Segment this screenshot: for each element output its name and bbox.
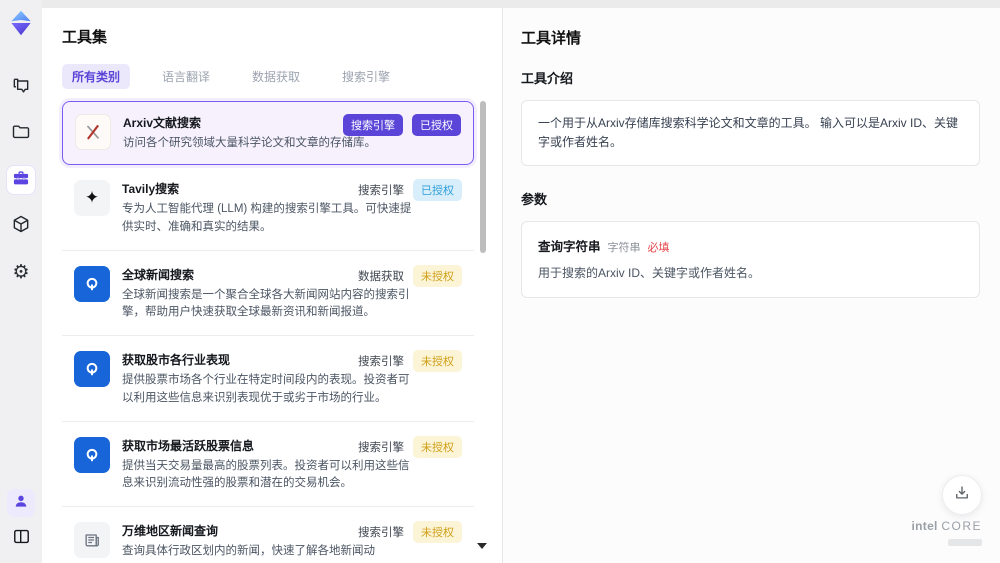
blue-search-icon — [74, 351, 110, 388]
tab-data-acquisition[interactable]: 数据获取 — [242, 64, 310, 89]
nav-toolbox[interactable] — [7, 166, 35, 194]
tool-card-description: 提供当天交易量最高的股票列表。投资者可以利用这些信息来识别流动性强的股票和潜在的… — [122, 459, 410, 489]
category-label: 搜索引擎 — [358, 185, 404, 198]
parameter-card: 查询字符串 字符串 必填 用于搜索的Arxiv ID、关键字或作者姓名。 — [521, 221, 980, 299]
app-window: ⚙ 工具集 所有类别 语言翻译 数据获取 搜索引擎 Arxiv文献搜索 访问各个… — [0, 0, 1000, 563]
nav-settings[interactable]: ⚙ — [7, 258, 35, 286]
category-label: 搜索引擎 — [358, 356, 404, 369]
nav-collapse-panel[interactable] — [7, 525, 35, 553]
newspaper-icon — [74, 522, 110, 559]
auth-status-badge: 未授权 — [413, 264, 462, 287]
auth-status-badge: 已授权 — [412, 114, 461, 136]
tool-card-arxiv[interactable]: Arxiv文献搜索 访问各个研究领域大量科学论文和文章的存储库。 搜索引擎 已授… — [62, 101, 474, 166]
list-scrollbar[interactable] — [480, 101, 486, 253]
tool-card-description: 全球新闻搜索是一个聚合全球各大新闻网站内容的搜索引擎，帮助用户快速获取全球最新资… — [122, 288, 410, 318]
tool-detail-panel: 工具详情 工具介绍 一个用于从Arxiv存储库搜索科学论文和文章的工具。 输入可… — [503, 8, 1000, 563]
toolbox-icon — [11, 168, 31, 193]
main-area: 工具集 所有类别 语言翻译 数据获取 搜索引擎 Arxiv文献搜索 访问各个研究… — [42, 0, 1000, 563]
page-title: 工具集 — [62, 29, 108, 46]
category-label: 搜索引擎 — [358, 527, 404, 540]
blue-search-icon — [74, 265, 110, 302]
arxiv-logo-icon — [75, 114, 111, 150]
tool-card-sector-performance[interactable]: 获取股市各行业表现 提供股票市场各个行业在特定时间段内的表现。投资者可以利用这些… — [62, 338, 474, 422]
tool-card-tavily[interactable]: ✦ Tavily搜索 专为人工智能代理 (LLM) 构建的搜索引擎工具。可快速提… — [62, 167, 474, 251]
tool-card-description: 访问各个研究领域大量科学论文和文章的存储库。 — [123, 137, 376, 149]
rail-nav: ⚙ — [7, 74, 35, 286]
nav-chat[interactable] — [7, 74, 35, 102]
param-description: 用于搜索的Arxiv ID、关键字或作者姓名。 — [538, 266, 761, 281]
tab-search-engine[interactable]: 搜索引擎 — [332, 64, 400, 89]
app-logo[interactable] — [6, 8, 36, 38]
intel-core-logo: intel CORE — [912, 519, 982, 551]
intel-sub-badge — [948, 539, 982, 546]
tab-all-categories[interactable]: 所有类别 — [62, 64, 131, 89]
tool-card-title: Arxiv文献搜索 — [123, 116, 202, 130]
tool-card-regional-news[interactable]: 万维地区新闻查询 查询具体行政区划内的新闻，快速了解各地新闻动 搜索引擎 未授权 — [62, 509, 474, 563]
category-label: 搜索引擎 — [358, 441, 404, 454]
tool-intro-box: 一个用于从Arxiv存储库搜索科学论文和文章的工具。 输入可以是Arxiv ID… — [521, 100, 980, 167]
auth-status-badge: 未授权 — [413, 435, 462, 458]
param-name: 查询字符串 — [538, 240, 601, 255]
category-badge: 搜索引擎 — [343, 114, 403, 136]
category-label: 数据获取 — [358, 270, 404, 283]
nav-files[interactable] — [7, 120, 35, 148]
panel-layout-icon — [12, 527, 31, 551]
nav-models[interactable] — [7, 212, 35, 240]
gear-icon: ⚙ — [12, 260, 30, 283]
tool-card-description: 专为人工智能代理 (LLM) 构建的搜索引擎工具。可快速提供实时、准确和真实的结… — [122, 203, 412, 233]
download-icon — [953, 484, 971, 507]
param-type: 字符串 — [607, 242, 641, 255]
detail-title: 工具详情 — [521, 30, 582, 47]
intro-heading: 工具介绍 — [521, 71, 574, 86]
params-heading: 参数 — [521, 192, 548, 208]
blue-search-icon — [74, 436, 110, 473]
tool-card-description: 查询具体行政区划内的新闻，快速了解各地新闻动 — [122, 545, 375, 558]
top-strip — [42, 0, 1000, 8]
auth-status-badge: 未授权 — [413, 521, 462, 544]
tool-card-description: 提供股票市场各个行业在特定时间段内的表现。投资者可以利用这些信息来识别表现优于或… — [122, 374, 410, 404]
tool-card-most-active-stocks[interactable]: 获取市场最活跃股票信息 提供当天交易量最高的股票列表。投资者可以利用这些信息来识… — [62, 424, 474, 508]
tools-list-panel: 工具集 所有类别 语言翻译 数据获取 搜索引擎 Arxiv文献搜索 访问各个研究… — [42, 8, 502, 563]
category-tabs: 所有类别 语言翻译 数据获取 搜索引擎 — [62, 64, 502, 89]
scroll-down-icon[interactable] — [477, 543, 487, 549]
auth-status-badge: 已授权 — [413, 179, 462, 202]
sparkle-icon: ✦ — [74, 180, 110, 217]
auth-status-badge: 未授权 — [413, 350, 462, 373]
intel-wordmark: intel — [911, 519, 938, 533]
core-wordmark: CORE — [941, 519, 982, 533]
chat-icon — [11, 76, 31, 101]
folder-icon — [11, 122, 31, 147]
nav-account[interactable] — [7, 489, 35, 517]
cube-icon — [11, 214, 31, 239]
left-rail: ⚙ — [0, 0, 42, 563]
rail-bottom — [7, 489, 35, 553]
download-button[interactable] — [942, 475, 982, 515]
tab-language-translation[interactable]: 语言翻译 — [152, 64, 220, 89]
tool-card-title: 万维地区新闻查询 — [122, 524, 219, 539]
param-required-flag: 必填 — [647, 242, 670, 255]
tool-card-global-news[interactable]: 全球新闻搜索 全球新闻搜索是一个聚合全球各大新闻网站内容的搜索引擎，帮助用户快速… — [62, 253, 474, 337]
tool-card-list: Arxiv文献搜索 访问各个研究领域大量科学论文和文章的存储库。 搜索引擎 已授… — [62, 101, 474, 563]
user-icon — [12, 492, 30, 515]
